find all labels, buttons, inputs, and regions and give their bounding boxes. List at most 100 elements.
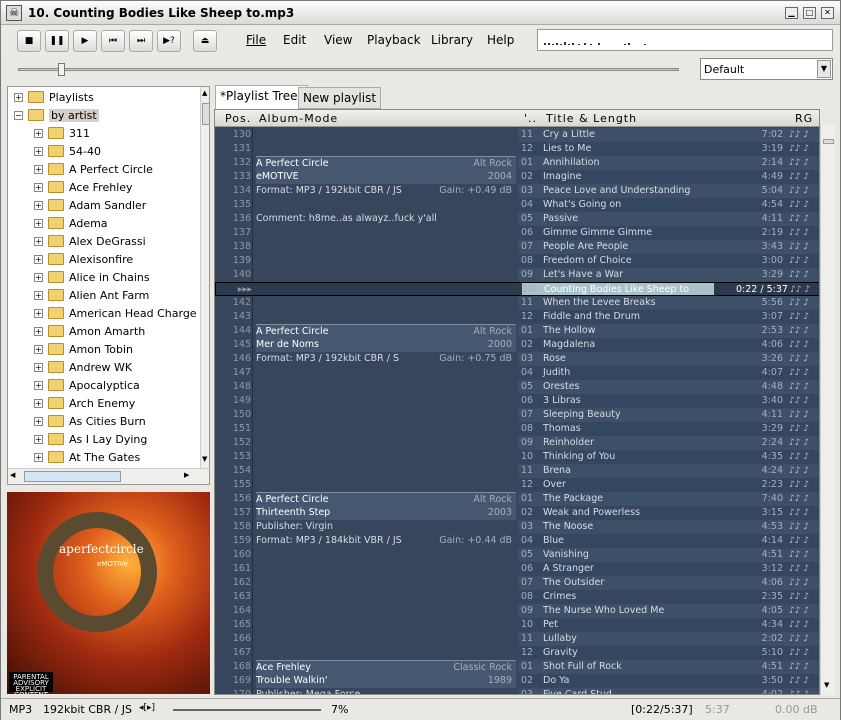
tree-item[interactable]: + Ace Frehley bbox=[8, 179, 194, 197]
dsp-preset-select[interactable]: Default ▼ bbox=[700, 58, 833, 80]
scroll-left-icon[interactable]: ◀ bbox=[10, 471, 15, 479]
tree-item[interactable]: + At The Gates bbox=[8, 449, 194, 467]
playlist-row[interactable]: 160 05 Vanishing 4:51 ♪♪ ♪ bbox=[215, 548, 819, 562]
tree-vertical-scrollbar[interactable]: ▲ ▼ bbox=[200, 87, 209, 468]
tree-item[interactable]: + As Cities Burn bbox=[8, 413, 194, 431]
playlist-row[interactable]: 166 11 Lullaby 2:02 ♪♪ ♪ bbox=[215, 632, 819, 646]
playlist-row[interactable]: 133 eMOTIVE 2004 02 Imagine 4:49 ♪♪ ♪ bbox=[215, 170, 819, 184]
tree-item[interactable]: + Amon Tobin bbox=[8, 341, 194, 359]
playlist-row[interactable]: 156 A Perfect Circle Alt Rock 01 The Package… bbox=[215, 492, 819, 506]
scroll-down-icon[interactable]: ▼ bbox=[202, 455, 207, 463]
playlist-row[interactable]: 169 Trouble Walkin' 1989 02 Do Ya 3:50 ♪♪ ♪ bbox=[215, 674, 819, 688]
playlist-row[interactable]: 135 04 What's Going on 4:54 ♪♪ ♪ bbox=[215, 198, 819, 212]
playlist-row[interactable]: 142 11 When the Levee Breaks 5:56 ♪♪ ♪ bbox=[215, 296, 819, 310]
tree-item[interactable]: + As I Lay Dying bbox=[8, 431, 194, 449]
expand-icon[interactable]: + bbox=[14, 93, 23, 102]
tree-item[interactable]: + Alien Ant Farm bbox=[8, 287, 194, 305]
menu-help[interactable]: Help bbox=[487, 33, 514, 47]
tree-item[interactable]: − by artist bbox=[8, 107, 194, 125]
playlist-row[interactable]: 131 12 Lies to Me 3:19 ♪♪ ♪ bbox=[215, 142, 819, 156]
expand-icon[interactable]: + bbox=[34, 345, 43, 354]
tree-hscroll-thumb[interactable] bbox=[24, 471, 121, 482]
tree-item[interactable]: + Playlists bbox=[8, 89, 194, 107]
playlist-row[interactable]: 139 08 Freedom of Choice 3:00 ♪♪ ♪ bbox=[215, 254, 819, 268]
playlist-row[interactable]: 150 07 Sleeping Beauty 4:11 ♪♪ ♪ bbox=[215, 408, 819, 422]
playlist-scroll-thumb[interactable] bbox=[823, 139, 834, 144]
tree-item[interactable]: + Andrew WK bbox=[8, 359, 194, 377]
playlist-row[interactable]: 158 Publisher: Virgin 03 The Noose 4:53 ♪♪ ♪ bbox=[215, 520, 819, 534]
playlist-row[interactable]: ▸▸▸ 10 Counting Bodies Like Sheep to 0:22 /… bbox=[215, 282, 819, 296]
tree-horizontal-scrollbar[interactable]: ◀ ▶ bbox=[8, 468, 209, 484]
tree-item[interactable]: + Amon Amarth bbox=[8, 323, 194, 341]
expand-icon[interactable]: + bbox=[34, 327, 43, 336]
seek-handle[interactable] bbox=[57, 63, 65, 76]
maximize-button[interactable]: □ bbox=[803, 7, 816, 19]
expand-icon[interactable]: + bbox=[34, 237, 43, 246]
expand-icon[interactable]: + bbox=[34, 363, 43, 372]
playlist-row[interactable]: 134 Format: MP3 / 192kbit CBR / JS Gain: +… bbox=[215, 184, 819, 198]
playlist-row[interactable]: 155 12 Over 2:23 ♪♪ ♪ bbox=[215, 478, 819, 492]
playlist-row[interactable]: 143 12 Fiddle and the Drum 3:07 ♪♪ ♪ bbox=[215, 310, 819, 324]
playlist-row[interactable]: 159 Format: MP3 / 184kbit VBR / JS Gain: +… bbox=[215, 534, 819, 548]
playlist-row[interactable]: 162 07 The Outsider 4:06 ♪♪ ♪ bbox=[215, 576, 819, 590]
playlist-row[interactable]: 153 10 Thinking of You 4:35 ♪♪ ♪ bbox=[215, 450, 819, 464]
expand-icon[interactable]: + bbox=[34, 399, 43, 408]
next-button[interactable]: ⏭ bbox=[129, 30, 153, 52]
menu-library[interactable]: Library bbox=[431, 33, 473, 47]
menu-playback[interactable]: Playback bbox=[367, 33, 421, 47]
expand-icon[interactable]: + bbox=[34, 435, 43, 444]
playlist-row[interactable]: 167 12 Gravity 5:10 ♪♪ ♪ bbox=[215, 646, 819, 660]
playlist-row[interactable]: 151 08 Thomas 3:29 ♪♪ ♪ bbox=[215, 422, 819, 436]
expand-icon[interactable]: + bbox=[34, 165, 43, 174]
playlist-row[interactable]: 136 Comment: h8me..as alwayz..fuck y'all 0… bbox=[215, 212, 819, 226]
expand-icon[interactable]: + bbox=[34, 381, 43, 390]
playlist-row[interactable]: 163 08 Crimes 2:35 ♪♪ ♪ bbox=[215, 590, 819, 604]
playlist-row[interactable]: 132 A Perfect Circle Alt Rock 01 Annihilatio… bbox=[215, 156, 819, 170]
tree-scroll-thumb[interactable] bbox=[202, 103, 209, 125]
previous-button[interactable]: ⏮ bbox=[101, 30, 125, 52]
scroll-down-icon[interactable]: ▼ bbox=[824, 681, 829, 689]
tree-item[interactable]: + Apocalyptica bbox=[8, 377, 194, 395]
tree-item[interactable]: + A Perfect Circle bbox=[8, 161, 194, 179]
expand-icon[interactable]: + bbox=[34, 417, 43, 426]
column-pos[interactable]: Pos. bbox=[225, 112, 251, 125]
playlist-row[interactable]: 149 06 3 Libras 3:40 ♪♪ ♪ bbox=[215, 394, 819, 408]
playlist-row[interactable]: 157 Thirteenth Step 2003 02 Weak and Powerle… bbox=[215, 506, 819, 520]
playlist-scrollbar[interactable]: ▼ bbox=[820, 125, 835, 695]
tab-new-playlist[interactable]: New playlist bbox=[298, 87, 382, 109]
expand-icon[interactable]: + bbox=[34, 183, 43, 192]
playlist-row[interactable]: 152 09 Reinholder 2:24 ♪♪ ♪ bbox=[215, 436, 819, 450]
minimize-button[interactable]: ▁ bbox=[785, 7, 798, 19]
collapse-icon[interactable]: − bbox=[14, 111, 23, 120]
column-number[interactable]: '.. bbox=[524, 112, 537, 125]
expand-icon[interactable]: + bbox=[34, 219, 43, 228]
expand-icon[interactable]: + bbox=[34, 273, 43, 282]
tree-item[interactable]: + American Head Charge bbox=[8, 305, 197, 323]
seek-bar[interactable] bbox=[18, 68, 679, 71]
expand-icon[interactable]: + bbox=[34, 255, 43, 264]
playlist-row[interactable]: 165 10 Pet 4:34 ♪♪ ♪ bbox=[215, 618, 819, 632]
expand-icon[interactable]: + bbox=[34, 129, 43, 138]
playlist-row[interactable]: 145 Mer de Noms 2000 02 Magdalena 4:06 ♪♪ ♪ bbox=[215, 338, 819, 352]
stop-button[interactable]: ■ bbox=[17, 30, 41, 52]
menu-view[interactable]: View bbox=[324, 33, 352, 47]
column-title-length[interactable]: Title & Length bbox=[546, 112, 637, 125]
pause-button[interactable]: ❚❚ bbox=[45, 30, 69, 52]
tree-item[interactable]: +311 bbox=[8, 125, 194, 143]
playlist-row[interactable]: 148 05 Orestes 4:48 ♪♪ ♪ bbox=[215, 380, 819, 394]
play-button[interactable]: ▶ bbox=[73, 30, 97, 52]
playlist-row[interactable]: 146 Format: MP3 / 192kbit CBR / S Gain: +0… bbox=[215, 352, 819, 366]
column-rg[interactable]: RG bbox=[795, 112, 813, 125]
menu-file[interactable]: File bbox=[246, 33, 266, 47]
playlist-row[interactable]: 164 09 The Nurse Who Loved Me 4:05 ♪♪ ♪ bbox=[215, 604, 819, 618]
playlist-row[interactable]: 161 06 A Stranger 3:12 ♪♪ ♪ bbox=[215, 562, 819, 576]
random-button[interactable]: ▶? bbox=[157, 30, 181, 52]
playlist-row[interactable]: 138 07 People Are People 3:43 ♪♪ ♪ bbox=[215, 240, 819, 254]
expand-icon[interactable]: + bbox=[34, 453, 43, 462]
tree-item[interactable]: + Alex DeGrassi bbox=[8, 233, 194, 251]
playlist-row[interactable]: 140 09 Let's Have a War 3:29 ♪♪ ♪ bbox=[215, 268, 819, 282]
expand-icon[interactable]: + bbox=[34, 291, 43, 300]
playlist-row[interactable]: 130 11 Cry a Little 7:02 ♪♪ ♪ bbox=[215, 128, 819, 142]
tab-playlist-tree[interactable]: *Playlist Tree* bbox=[215, 85, 309, 109]
volume-slider[interactable] bbox=[173, 709, 321, 711]
